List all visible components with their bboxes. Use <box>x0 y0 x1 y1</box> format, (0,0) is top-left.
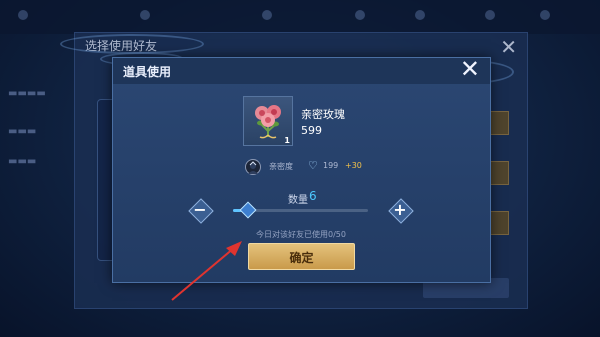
avatar-icon <box>245 159 261 175</box>
item-value: 599 <box>301 124 322 137</box>
affinity-base: 199 <box>323 161 339 170</box>
plus-icon: + <box>393 200 407 219</box>
quantity-value: 6 <box>309 189 317 203</box>
slider-thumb[interactable] <box>239 201 256 219</box>
decrease-button[interactable]: − <box>188 198 214 224</box>
increase-button[interactable]: + <box>388 198 414 224</box>
confirm-button[interactable]: 确定 <box>248 243 355 270</box>
hud-logo-icon <box>18 10 32 21</box>
hud-mail-icon <box>485 10 499 21</box>
rose-bouquet-icon: 1 <box>243 96 293 146</box>
daily-usage-text: 今日对该好友已使用0/50 <box>256 230 346 239</box>
quantity-label: 数量 <box>288 195 308 206</box>
hud-coin-icon <box>262 10 276 21</box>
swirl-decoration <box>60 34 204 54</box>
annotation-arrow-icon <box>171 241 242 301</box>
hud-ticket-icon <box>415 10 429 21</box>
hud-gem-icon <box>355 10 369 21</box>
affinity-row: 亲密度 ♡ 199 +30 <box>245 159 395 175</box>
affinity-bonus: +30 <box>345 161 362 170</box>
item-name: 亲密玫瑰 <box>301 108 345 121</box>
minus-icon: − <box>193 200 207 219</box>
item-count: 1 <box>284 136 290 145</box>
quantity-slider[interactable] <box>233 201 368 219</box>
top-hud <box>0 0 600 34</box>
confirm-label: 确定 <box>289 251 314 265</box>
heart-icon: ♡ <box>308 159 318 172</box>
side-dim-block: ▬▬▬▬ <box>8 88 46 99</box>
hud-gear-icon <box>140 10 154 21</box>
close-icon[interactable]: ✕ <box>500 35 517 59</box>
side-dim-block: ▬▬▬ <box>8 156 37 167</box>
close-icon[interactable]: ✕ <box>460 55 480 83</box>
dialog-title: 道具使用 <box>123 65 172 79</box>
affinity-label: 亲密度 <box>269 162 293 171</box>
side-dim-block: ▬▬▬ <box>8 126 37 137</box>
hud-menu-icon <box>540 10 554 21</box>
game-scene: ▬▬▬▬ ▬▬▬ ▬▬▬ 选择使用好友 ✕ 道具使用 ✕ 1 亲密玫瑰 599 … <box>0 0 600 337</box>
dialog-header: 道具使用 ✕ <box>113 55 490 84</box>
